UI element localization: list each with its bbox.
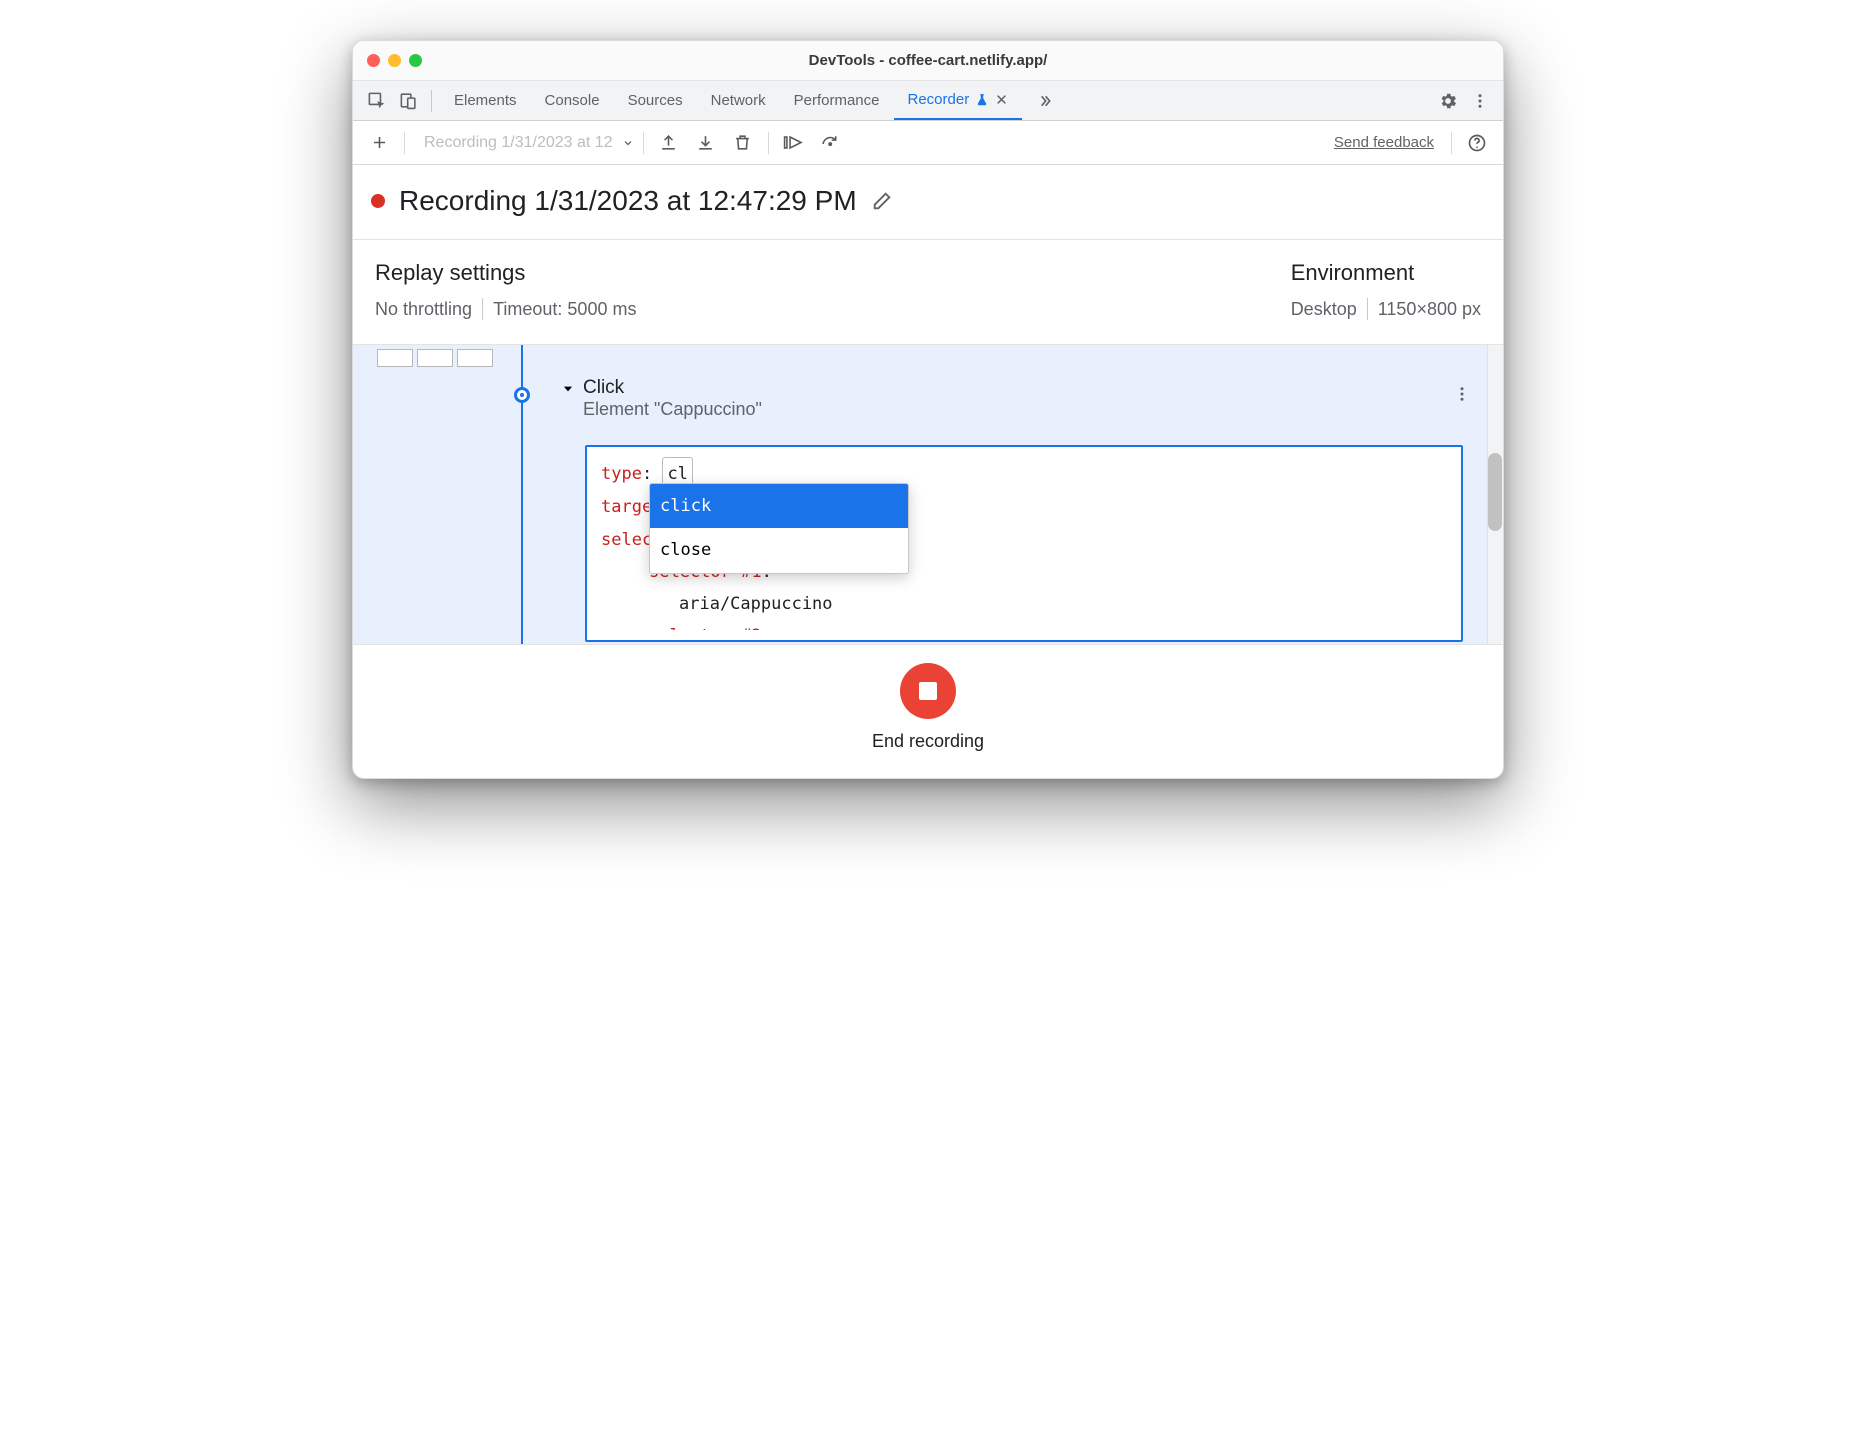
resolution-value[interactable]: 1150×800 px [1378, 299, 1481, 320]
recording-title[interactable]: Recording 1/31/2023 at 12:47:29 PM [399, 185, 857, 217]
devtools-window: DevTools - coffee-cart.netlify.app/ Elem… [352, 40, 1504, 779]
device-toolbar-icon[interactable] [393, 86, 423, 116]
step-subtitle: Element "Cappuccino" [583, 399, 762, 420]
tab-label: Performance [794, 92, 880, 109]
flask-icon [975, 93, 989, 107]
end-recording-button[interactable] [900, 663, 956, 719]
replay-settings-col: Replay settings No throttling Timeout: 5… [375, 260, 636, 320]
throttling-value[interactable]: No throttling [375, 299, 472, 320]
tab-label: Elements [454, 92, 517, 109]
tab-label: Console [545, 92, 600, 109]
tab-label: Sources [628, 92, 683, 109]
replay-icon[interactable] [778, 127, 810, 159]
window-zoom-button[interactable] [409, 54, 422, 67]
tab-recorder[interactable]: Recorder ✕ [894, 81, 1022, 120]
recording-dropdown[interactable]: Recording 1/31/2023 at 12 [414, 134, 617, 152]
export-icon[interactable] [653, 127, 685, 159]
window-minimize-button[interactable] [388, 54, 401, 67]
import-icon[interactable] [690, 127, 722, 159]
recording-title-row: Recording 1/31/2023 at 12:47:29 PM [353, 165, 1503, 240]
autocomplete-option-click[interactable]: click [650, 484, 908, 528]
tab-network[interactable]: Network [697, 81, 780, 120]
step-icon[interactable] [815, 127, 847, 159]
timeline-step-dot[interactable] [514, 387, 530, 403]
device-value[interactable]: Desktop [1291, 299, 1357, 320]
step-name: Click [583, 377, 762, 399]
end-recording-label: End recording [872, 731, 984, 752]
separator [431, 90, 432, 112]
step-kebab-icon[interactable] [1453, 385, 1471, 403]
step-header[interactable]: Click Element "Cappuccino" [561, 377, 1479, 420]
new-recording-button[interactable] [363, 127, 395, 159]
tab-label: Network [711, 92, 766, 109]
tabs-list: Elements Console Sources Network Perform… [440, 81, 1022, 120]
settings-row: Replay settings No throttling Timeout: 5… [353, 240, 1503, 345]
screenshot-thumbs [377, 349, 493, 367]
selector1-value: aria/Cappuccino [679, 594, 833, 614]
replay-settings-title: Replay settings [375, 260, 636, 286]
titlebar: DevTools - coffee-cart.netlify.app/ [353, 41, 1503, 81]
window-close-button[interactable] [367, 54, 380, 67]
autocomplete-option-close[interactable]: close [650, 528, 908, 572]
edit-title-icon[interactable] [871, 190, 893, 212]
delete-icon[interactable] [727, 127, 759, 159]
stop-icon [919, 682, 937, 700]
step-panel: Click Element "Cappuccino" type: cl targ… [353, 345, 1503, 645]
traffic-lights [353, 54, 422, 67]
main-tabs-bar: Elements Console Sources Network Perform… [353, 81, 1503, 121]
help-icon[interactable] [1461, 127, 1493, 159]
autocomplete-popup: click close [649, 483, 909, 574]
close-tab-icon[interactable]: ✕ [995, 91, 1008, 109]
tab-performance[interactable]: Performance [780, 81, 894, 120]
timeout-value[interactable]: Timeout: 5000 ms [493, 299, 636, 320]
screenshot-thumb[interactable] [377, 349, 413, 367]
footer: End recording [353, 645, 1503, 778]
screenshot-thumb[interactable] [457, 349, 493, 367]
send-feedback-link[interactable]: Send feedback [1334, 134, 1434, 151]
environment-title: Environment [1291, 260, 1415, 286]
chevron-down-icon[interactable] [622, 137, 634, 149]
environment-col: Environment Desktop 1150×800 px [1291, 260, 1481, 320]
tab-sources[interactable]: Sources [614, 81, 697, 120]
recorder-toolbar: Recording 1/31/2023 at 12 Send feedback [353, 121, 1503, 165]
code-key-type: type [601, 464, 642, 484]
kebab-menu-icon[interactable] [1465, 86, 1495, 116]
code-key-selector2: selector #2 [649, 626, 762, 630]
tab-console[interactable]: Console [531, 81, 614, 120]
more-tabs-icon[interactable] [1030, 86, 1060, 116]
caret-down-icon[interactable] [561, 382, 575, 396]
settings-icon[interactable] [1433, 86, 1463, 116]
scrollbar-track[interactable] [1487, 345, 1503, 644]
tab-label: Recorder [908, 91, 970, 108]
tab-elements[interactable]: Elements [440, 81, 531, 120]
scrollbar-thumb[interactable] [1488, 453, 1502, 531]
step-code-editor[interactable]: type: cl target select selector #1: aria… [585, 445, 1463, 642]
window-title: DevTools - coffee-cart.netlify.app/ [353, 52, 1503, 69]
record-indicator-icon [371, 194, 385, 208]
screenshot-thumb[interactable] [417, 349, 453, 367]
inspect-element-icon[interactable] [361, 86, 391, 116]
